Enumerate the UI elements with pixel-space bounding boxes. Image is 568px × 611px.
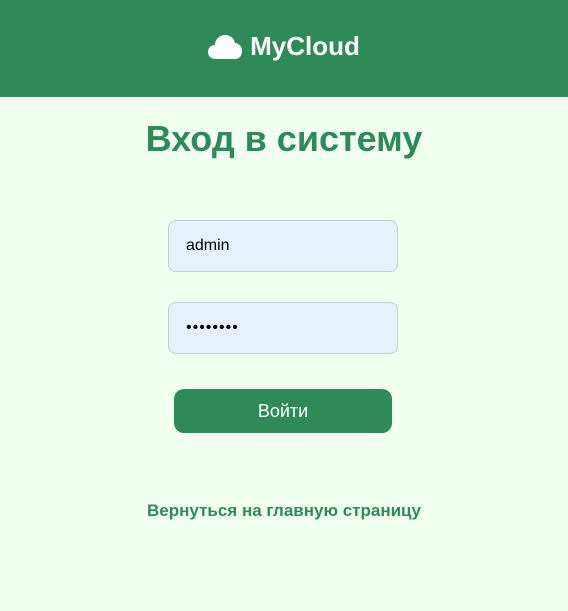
page-title: Вход в систему [145,118,423,159]
brand-logo[interactable]: MyCloud [208,31,360,62]
back-to-home-link[interactable]: Вернуться на главную страницу [0,501,568,521]
cloud-icon [208,34,243,60]
brand-name: MyCloud [250,31,360,61]
site-header: MyCloud [0,0,568,97]
password-input[interactable] [168,302,398,354]
username-input[interactable] [168,220,398,272]
login-button[interactable]: Войти [174,389,392,433]
